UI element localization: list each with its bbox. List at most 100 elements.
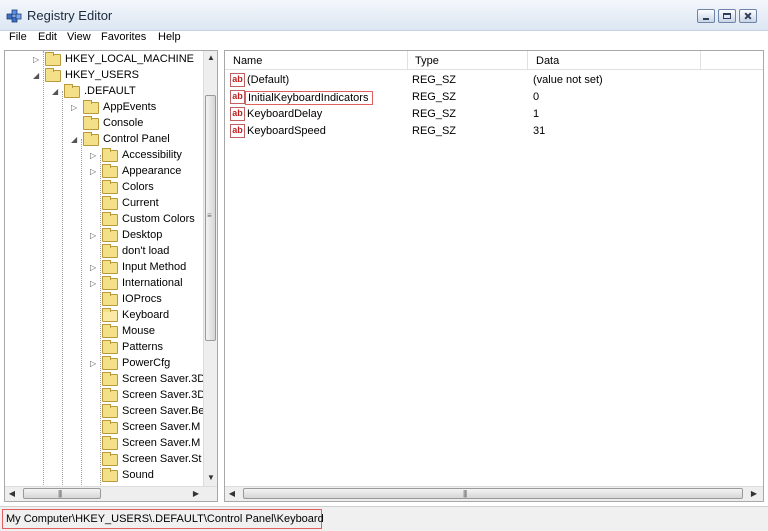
tree-item-label: Sound — [122, 469, 154, 481]
value-row[interactable]: ab KeyboardSpeed REG_SZ 31 — [225, 123, 763, 140]
maximize-button[interactable] — [718, 9, 736, 23]
menu-favorites[interactable]: Favorites — [101, 31, 146, 43]
collapse-arrow-icon[interactable]: ◢ — [52, 87, 61, 96]
value-data: (value not set) — [533, 74, 603, 86]
tree-horizontal-scrollbar[interactable]: ◀ ||| ▶ — [5, 486, 217, 501]
value-data: 1 — [533, 108, 540, 120]
folder-icon — [83, 100, 99, 114]
tree-item-label: Screen Saver.3D — [122, 389, 206, 401]
value-type: REG_SZ — [412, 91, 457, 103]
folder-icon — [102, 292, 118, 306]
registry-editor-icon — [6, 9, 22, 23]
open-folder-icon — [102, 308, 118, 322]
value-name: KeyboardSpeed — [247, 125, 326, 137]
folder-icon — [102, 228, 118, 242]
folder-icon — [102, 196, 118, 210]
folder-icon — [102, 244, 118, 258]
tree-item-label: Screen Saver.M — [122, 421, 201, 433]
expand-arrow-icon[interactable]: ▷ — [33, 55, 42, 64]
grip-icon: ||| — [463, 489, 467, 498]
expand-arrow-icon[interactable]: ▷ — [90, 359, 99, 368]
scroll-up-arrow-icon[interactable]: ▲ — [204, 51, 217, 65]
tree-item-label: International — [122, 277, 183, 289]
tree-item-label: Current — [122, 197, 159, 209]
folder-icon — [102, 276, 118, 290]
string-value-icon: ab — [230, 73, 245, 87]
value-row[interactable]: ab (Default) REG_SZ (value not set) — [225, 72, 763, 89]
column-header-type[interactable]: Type — [415, 55, 439, 67]
column-header-data[interactable]: Data — [536, 55, 559, 67]
scroll-down-arrow-icon[interactable]: ▼ — [204, 471, 217, 485]
value-name: InitialKeyboardIndicators — [245, 91, 374, 105]
tree-hscroll-thumb[interactable] — [23, 488, 101, 499]
tree-item-label: .DEFAULT — [84, 85, 136, 97]
tree-item-label: HKEY_USERS — [65, 69, 139, 81]
folder-icon — [102, 388, 118, 402]
tree-item-label: Control Panel — [103, 133, 170, 145]
tree-item-label: AppEvents — [103, 101, 157, 113]
folder-icon — [102, 436, 118, 450]
tree-item-label: Appearance — [122, 165, 182, 177]
tree-item-label: Screen Saver.Be — [122, 405, 205, 417]
value-data: 31 — [533, 125, 546, 137]
tree-guide-line — [100, 155, 101, 485]
expand-arrow-icon[interactable]: ▷ — [90, 167, 99, 176]
tree-guide-line — [62, 91, 63, 501]
column-header-name[interactable]: Name — [233, 55, 262, 67]
folder-icon — [102, 324, 118, 338]
menu-edit[interactable]: Edit — [38, 31, 57, 43]
tree-item-label: Keyboard — [122, 309, 170, 321]
string-value-icon: ab — [230, 107, 245, 121]
list-hscroll-thumb[interactable] — [243, 488, 743, 499]
scroll-left-arrow-icon[interactable]: ◀ — [225, 487, 239, 501]
folder-icon — [45, 68, 61, 82]
expand-arrow-icon[interactable]: ▷ — [71, 103, 80, 112]
key-tree-pane[interactable]: ▷ HKEY_LOCAL_MACHINE ◢ HKEY_USERS ◢ .DEFAULT ▷… — [4, 50, 218, 502]
expand-arrow-icon[interactable]: ▷ — [90, 263, 99, 272]
tree-item-label: PowerCfg — [122, 357, 171, 369]
menu-help[interactable]: Help — [158, 31, 181, 43]
menu-file[interactable]: File — [9, 31, 27, 43]
expand-arrow-icon[interactable]: ▷ — [90, 151, 99, 160]
close-button[interactable] — [739, 9, 757, 23]
values-list-pane[interactable]: Name Type Data ab (Default) REG_SZ (value n… — [224, 50, 764, 502]
folder-icon — [102, 212, 118, 226]
value-row[interactable]: ab InitialKeyboardIndicators REG_SZ 0 — [225, 89, 763, 106]
tree-item-label: don't load — [122, 245, 170, 257]
scroll-right-arrow-icon[interactable]: ▶ — [189, 487, 203, 501]
tree-item-label: Screen Saver.3D — [122, 373, 206, 385]
folder-icon — [102, 420, 118, 434]
tree-item-label: Screen Saver.St — [122, 453, 202, 465]
scroll-left-arrow-icon[interactable]: ◀ — [5, 487, 19, 501]
tree-item-label: Input Method — [122, 261, 187, 273]
collapse-arrow-icon[interactable]: ◢ — [33, 71, 42, 80]
scroll-right-arrow-icon[interactable]: ▶ — [747, 487, 761, 501]
collapse-arrow-icon[interactable]: ◢ — [71, 135, 80, 144]
tree-item-label: Screen Saver.M — [122, 437, 201, 449]
folder-icon — [102, 180, 118, 194]
maximize-icon — [723, 13, 731, 19]
value-row[interactable]: ab KeyboardDelay REG_SZ 1 — [225, 106, 763, 123]
minimize-button[interactable] — [697, 9, 715, 23]
folder-icon — [64, 84, 80, 98]
expand-arrow-icon[interactable]: ▷ — [90, 279, 99, 288]
tree-item-label: Console — [103, 117, 144, 129]
value-name: (Default) — [247, 74, 290, 86]
tree-vertical-scrollbar[interactable]: ▲ ≡ ▼ — [203, 51, 217, 487]
list-horizontal-scrollbar[interactable]: ◀ ||| ▶ — [225, 486, 763, 501]
folder-icon — [83, 116, 99, 130]
menu-view[interactable]: View — [67, 31, 91, 43]
list-header: Name Type Data — [225, 51, 763, 70]
value-type: REG_SZ — [412, 108, 457, 120]
title-bar[interactable]: Registry Editor — [0, 0, 768, 31]
folder-icon — [102, 468, 118, 482]
expand-arrow-icon[interactable]: ▷ — [90, 231, 99, 240]
